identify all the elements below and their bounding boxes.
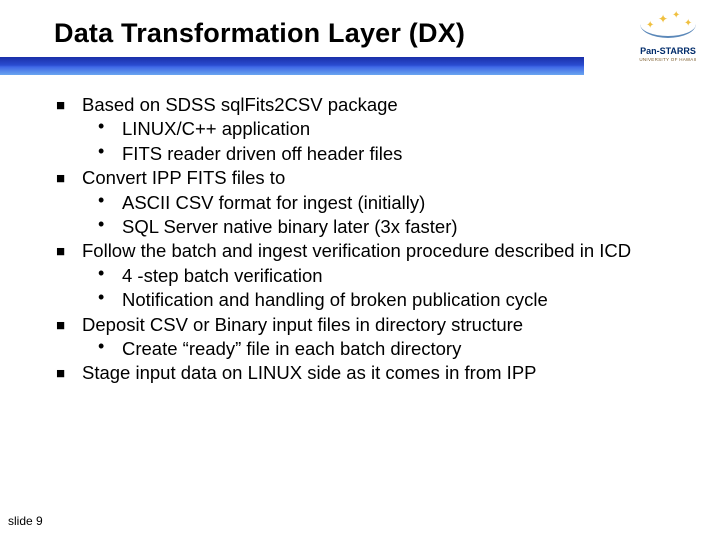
list-item-text: Stage input data on LINUX side as it com… [82, 361, 537, 385]
logo-subtext: UNIVERSITY OF HAWAII [632, 57, 704, 62]
list-item: ■ Stage input data on LINUX side as it c… [56, 361, 684, 385]
list-item: • ASCII CSV format for ingest (initially… [98, 191, 684, 215]
list-item: ■ Follow the batch and ingest verificati… [56, 239, 684, 263]
dot-bullet-icon: • [98, 191, 108, 215]
dot-bullet-icon: • [98, 288, 108, 312]
list-item-text: Deposit CSV or Binary input files in dir… [82, 313, 523, 337]
slide-number: slide 9 [8, 514, 43, 528]
list-item-text: ASCII CSV format for ingest (initially) [122, 191, 425, 215]
list-item: ■ Convert IPP FITS files to [56, 166, 684, 190]
slide-body: ■ Based on SDSS sqlFits2CSV package • LI… [0, 75, 720, 386]
logo-graphic: ✦ ✦ ✦ ✦ [640, 10, 696, 44]
list-item: • Notification and handling of broken pu… [98, 288, 684, 312]
list-item: • Create “ready” file in each batch dire… [98, 337, 684, 361]
list-item-text: SQL Server native binary later (3x faste… [122, 215, 458, 239]
list-item-text: 4 -step batch verification [122, 264, 323, 288]
brand-logo: ✦ ✦ ✦ ✦ Pan-STARRS UNIVERSITY OF HAWAII [632, 10, 704, 62]
square-bullet-icon: ■ [56, 316, 70, 337]
list-item: • FITS reader driven off header files [98, 142, 684, 166]
logo-brand-text: Pan-STARRS [632, 46, 704, 56]
dot-bullet-icon: • [98, 264, 108, 288]
title-underline-bar [0, 57, 584, 75]
list-item-text: Convert IPP FITS files to [82, 166, 285, 190]
list-item-text: FITS reader driven off header files [122, 142, 402, 166]
square-bullet-icon: ■ [56, 364, 70, 385]
list-item: • SQL Server native binary later (3x fas… [98, 215, 684, 239]
list-item-text: Notification and handling of broken publ… [122, 288, 548, 312]
list-item-text: Follow the batch and ingest verification… [82, 239, 631, 263]
square-bullet-icon: ■ [56, 242, 70, 263]
list-item-text: Based on SDSS sqlFits2CSV package [82, 93, 398, 117]
list-item: ■ Deposit CSV or Binary input files in d… [56, 313, 684, 337]
list-item: ■ Based on SDSS sqlFits2CSV package [56, 93, 684, 117]
slide-title: Data Transformation Layer (DX) [54, 18, 720, 49]
square-bullet-icon: ■ [56, 96, 70, 117]
list-item-text: Create “ready” file in each batch direct… [122, 337, 461, 361]
arc-icon [640, 24, 696, 38]
star-icon: ✦ [672, 10, 680, 21]
square-bullet-icon: ■ [56, 169, 70, 190]
dot-bullet-icon: • [98, 117, 108, 141]
dot-bullet-icon: • [98, 142, 108, 166]
dot-bullet-icon: • [98, 215, 108, 239]
list-item: • 4 -step batch verification [98, 264, 684, 288]
dot-bullet-icon: • [98, 337, 108, 361]
list-item-text: LINUX/C++ application [122, 117, 310, 141]
list-item: • LINUX/C++ application [98, 117, 684, 141]
